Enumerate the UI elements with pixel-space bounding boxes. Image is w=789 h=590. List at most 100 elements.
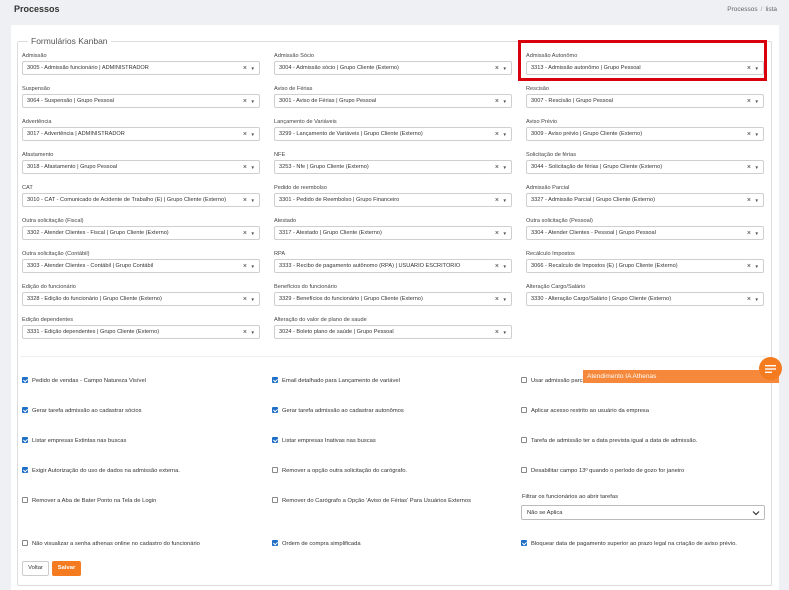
checkbox[interactable] <box>22 437 28 443</box>
checkbox[interactable] <box>521 407 527 413</box>
kanban-form-select[interactable]: 3024 - Boleto plano de saúde | Grupo Pes… <box>274 325 512 339</box>
clear-icon[interactable]: × <box>243 95 247 108</box>
chat-banner[interactable]: Atendimento IA Athenas <box>583 370 779 383</box>
caret-down-icon: ▼ <box>502 132 507 137</box>
kanban-form-select[interactable]: 3328 - Edição do funcionário | Grupo Cli… <box>22 292 260 306</box>
clear-icon[interactable]: × <box>243 194 247 207</box>
checkbox-option[interactable]: Listar empresas Extintas nas buscas <box>22 437 126 445</box>
back-button[interactable]: Voltar <box>22 561 49 576</box>
clear-icon[interactable]: × <box>747 194 751 207</box>
form-field: Atestado 3317 - Atestado | Grupo Cliente … <box>274 217 512 240</box>
checkbox-option[interactable]: Ordem de compra simplificada <box>272 540 361 548</box>
kanban-form-select[interactable]: 3301 - Pedido de Reembolso | Grupo Finan… <box>274 193 512 207</box>
checkbox-option[interactable]: Email detalhado para Lançamento de variá… <box>272 377 400 385</box>
checkbox[interactable] <box>272 437 278 443</box>
checkbox-option[interactable]: Listar empresas Inativas nas buscas <box>272 437 376 445</box>
caret-down-icon: ▼ <box>502 198 507 203</box>
checkbox-option[interactable]: Desabilitar campo 13º quando o período d… <box>521 467 684 475</box>
clear-icon[interactable]: × <box>495 95 499 108</box>
clear-icon[interactable]: × <box>747 227 751 240</box>
checkbox-option[interactable]: Remover a opção outra solicitação do car… <box>272 467 407 475</box>
chat-button[interactable] <box>759 357 782 380</box>
clear-icon[interactable]: × <box>243 260 247 273</box>
checkbox[interactable] <box>272 377 278 383</box>
breadcrumb-lista: lista <box>765 6 777 13</box>
clear-icon[interactable]: × <box>495 62 499 75</box>
checkbox-option[interactable]: Pedido de vendas - Campo Natureza Visíve… <box>22 377 146 385</box>
checkbox[interactable] <box>521 377 527 383</box>
clear-icon[interactable]: × <box>495 260 499 273</box>
kanban-form-select[interactable]: 3304 - Atender Clientes - Pessoal | Grup… <box>526 226 764 240</box>
checkbox[interactable] <box>521 467 527 473</box>
checkbox[interactable] <box>22 540 28 546</box>
caret-down-icon: ▼ <box>502 297 507 302</box>
checkbox[interactable] <box>272 467 278 473</box>
checkbox-option[interactable]: Bloquear data de pagamento superior ao p… <box>521 540 737 548</box>
clear-icon[interactable]: × <box>243 227 247 240</box>
clear-icon[interactable]: × <box>747 128 751 141</box>
checkbox[interactable] <box>272 497 278 503</box>
save-button[interactable]: Salvar <box>52 561 81 576</box>
clear-icon[interactable]: × <box>495 326 499 339</box>
kanban-form-select[interactable]: 3005 - Admissão funcionário | ADMINISTRA… <box>22 61 260 75</box>
kanban-form-select[interactable]: 3331 - Edição dependentes | Grupo Client… <box>22 325 260 339</box>
checkbox-option[interactable]: Gerar tarefa admissão ao cadastrar auton… <box>272 407 404 415</box>
select-value: 3317 - Atestado | Grupo Cliente (Externo… <box>279 230 382 236</box>
checkbox[interactable] <box>22 377 28 383</box>
filter-select[interactable]: Não se Aplica <box>521 505 765 520</box>
checkbox-option[interactable]: Tarefa de admissão ter a data prevista i… <box>521 437 697 445</box>
checkbox-label: Remover a opção outra solicitação do car… <box>282 468 408 474</box>
clear-icon[interactable]: × <box>747 95 751 108</box>
kanban-form-select[interactable]: 3333 - Recibo de pagamento autônomo (RPA… <box>274 259 512 273</box>
clear-icon[interactable]: × <box>243 326 247 339</box>
caret-down-icon: ▼ <box>250 99 255 104</box>
checkbox-option[interactable]: Exigir Autorização do uso de dados na ad… <box>22 467 180 475</box>
kanban-form-select[interactable]: 3299 - Lançamento de Variáveis | Grupo C… <box>274 127 512 141</box>
clear-icon[interactable]: × <box>243 293 247 306</box>
kanban-form-select[interactable]: 3303 - Atender Clientes - Contábil | Gru… <box>22 259 260 273</box>
kanban-form-select[interactable]: 3066 - Recalculo de Impostos (E) | Grupo… <box>526 259 764 273</box>
clear-icon[interactable]: × <box>243 62 247 75</box>
checkbox[interactable] <box>521 540 527 546</box>
select-value: 3044 - Solicitação de férias | Grupo Cli… <box>531 164 663 170</box>
clear-icon[interactable]: × <box>495 161 499 174</box>
kanban-form-select[interactable]: 3044 - Solicitação de férias | Grupo Cli… <box>526 160 764 174</box>
checkbox[interactable] <box>272 407 278 413</box>
checkbox-option[interactable]: Não visualizar a senha athenas online no… <box>22 540 200 548</box>
kanban-form-select[interactable]: 3327 - Admissão Parcial | Grupo Cliente … <box>526 193 764 207</box>
checkbox[interactable] <box>22 467 28 473</box>
kanban-form-select[interactable]: 3253 - Nfe | Grupo Cliente (Externo) × ▼ <box>274 160 512 174</box>
clear-icon[interactable]: × <box>747 293 751 306</box>
checkbox[interactable] <box>272 540 278 546</box>
checkbox-option[interactable]: Usar admissão parcial <box>521 377 588 385</box>
clear-icon[interactable]: × <box>495 293 499 306</box>
clear-icon[interactable]: × <box>495 128 499 141</box>
clear-icon[interactable]: × <box>495 227 499 240</box>
kanban-form-select[interactable]: 3329 - Benefícios do funcionário | Grupo… <box>274 292 512 306</box>
kanban-form-select[interactable]: 3302 - Atender Clientes - Fiscal | Grupo… <box>22 226 260 240</box>
clear-icon[interactable]: × <box>495 194 499 207</box>
kanban-form-select[interactable]: 3330 - Alteração Cargo/Salário | Grupo C… <box>526 292 764 306</box>
breadcrumb-processos[interactable]: Processos <box>727 6 757 13</box>
kanban-form-select[interactable]: 3064 - Suspensão | Grupo Pessoal × ▼ <box>22 94 260 108</box>
kanban-form-select[interactable]: 3317 - Atestado | Grupo Cliente (Externo… <box>274 226 512 240</box>
checkbox-option[interactable]: Aplicar acesso restrito ao usuário da em… <box>521 407 649 415</box>
kanban-form-select[interactable]: 3007 - Rescisão | Grupo Pessoal × ▼ <box>526 94 764 108</box>
kanban-form-select[interactable]: 3010 - CAT - Comunicado de Acidente de T… <box>22 193 260 207</box>
kanban-form-select[interactable]: 3004 - Admissão sócio | Grupo Cliente (E… <box>274 61 512 75</box>
checkbox-option[interactable]: Remover do Carógrafo a Opção 'Aviso de F… <box>272 497 471 505</box>
checkbox[interactable] <box>22 497 28 503</box>
kanban-form-select[interactable]: 3018 - Afastamento | Grupo Pessoal × ▼ <box>22 160 260 174</box>
kanban-form-select[interactable]: 3001 - Aviso de Férias | Grupo Pessoal × ▼ <box>274 94 512 108</box>
clear-icon[interactable]: × <box>243 161 247 174</box>
kanban-form-select[interactable]: 3009 - Aviso prévio | Grupo Cliente (Ext… <box>526 127 764 141</box>
select-value: 3009 - Aviso prévio | Grupo Cliente (Ext… <box>531 131 643 137</box>
kanban-form-select[interactable]: 3017 - Advertência | ADMINISTRADOR × ▼ <box>22 127 260 141</box>
clear-icon[interactable]: × <box>747 260 751 273</box>
checkbox[interactable] <box>22 407 28 413</box>
clear-icon[interactable]: × <box>747 161 751 174</box>
checkbox-option[interactable]: Remover a Aba de Bater Ponto na Tela de … <box>22 497 156 505</box>
clear-icon[interactable]: × <box>243 128 247 141</box>
checkbox-option[interactable]: Gerar tarefa admissão ao cadastrar sócio… <box>22 407 142 415</box>
checkbox[interactable] <box>521 437 527 443</box>
